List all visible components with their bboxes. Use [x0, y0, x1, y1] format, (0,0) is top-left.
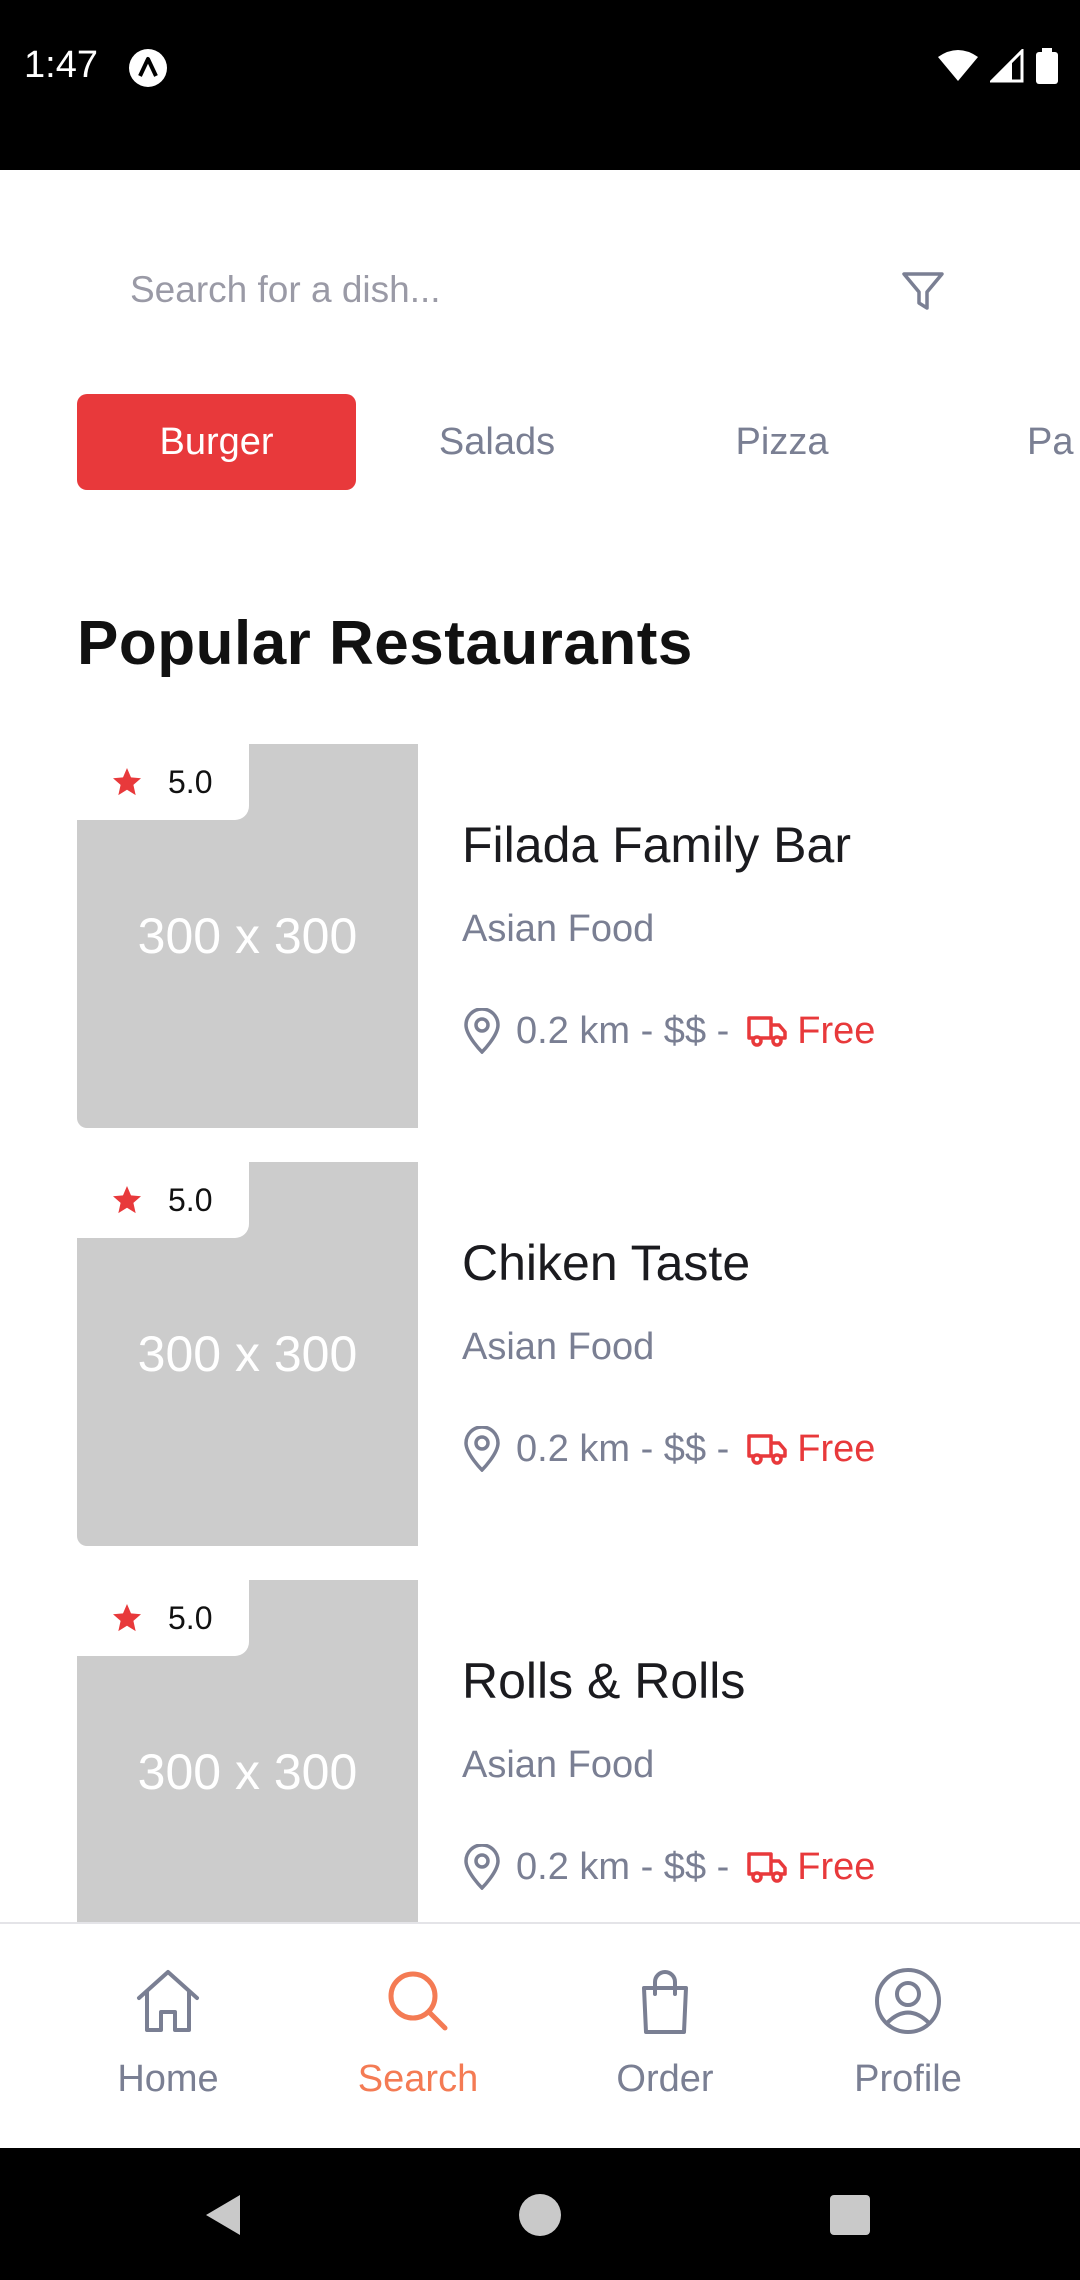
restaurant-image: 300 x 300 5.0: [77, 744, 418, 1128]
system-nav-bar: [0, 2148, 1080, 2280]
search-bar: [130, 250, 960, 330]
distance-price: 0.2 km - $$ -: [516, 1427, 730, 1470]
restaurant-meta: 0.2 km - $$ - Free: [462, 1842, 875, 1892]
search-input[interactable]: [130, 250, 850, 330]
category-pizza[interactable]: Pizza: [717, 394, 847, 490]
nav-order[interactable]: Order: [565, 1924, 765, 2150]
status-time: 1:47: [24, 44, 98, 86]
restaurant-name: Rolls & Rolls: [462, 1653, 746, 1709]
location-pin-icon: [464, 1426, 500, 1472]
filter-icon[interactable]: [900, 268, 946, 314]
rating-badge: 5.0: [77, 1580, 249, 1656]
delivery-truck-icon: [747, 1434, 788, 1465]
restaurant-meta: 0.2 km - $$ - Free: [462, 1006, 875, 1056]
rating-value: 5.0: [168, 1182, 213, 1218]
search-icon: [388, 1971, 448, 2031]
restaurant-card[interactable]: 300 x 300 5.0 Filada Family Bar Asian Fo…: [77, 744, 1080, 1128]
delivery-fee: Free: [797, 1845, 876, 1888]
restaurant-card[interactable]: 300 x 300 5.0 Chiken Taste Asian Food 0.…: [77, 1162, 1080, 1546]
delivery-truck-icon: [747, 1852, 788, 1883]
star-icon: [113, 768, 141, 796]
shopping-bag-icon: [642, 1970, 688, 2034]
restaurant-image: 300 x 300 5.0: [77, 1580, 418, 1924]
category-tabs: Burger Salads Pizza Pa: [77, 394, 1080, 490]
status-icons: [938, 48, 1058, 84]
battery-icon: [1036, 48, 1058, 84]
nav-home[interactable]: Home: [68, 1924, 268, 2150]
profile-icon: [875, 1968, 941, 2034]
restaurant-card[interactable]: 300 x 300 5.0 Rolls & Rolls Asian Food 0…: [77, 1580, 1080, 1924]
star-icon: [113, 1604, 141, 1632]
nav-search[interactable]: Search: [318, 1924, 518, 2150]
home-icon: [137, 1970, 199, 2032]
delivery-truck-icon: [747, 1016, 788, 1047]
category-salads[interactable]: Salads: [417, 394, 577, 490]
phone-screen: 1:47 Burger: [0, 0, 1080, 2280]
home-circle-icon[interactable]: [515, 2190, 565, 2240]
section-title: Popular Restaurants: [77, 609, 693, 678]
category-burger[interactable]: Burger: [77, 394, 356, 490]
recents-icon[interactable]: [825, 2190, 875, 2240]
bottom-nav: Home Search Order Profile: [0, 1922, 1080, 2150]
delivery-fee: Free: [797, 1009, 876, 1052]
distance-price: 0.2 km - $$ -: [516, 1845, 730, 1888]
rating-value: 5.0: [168, 1600, 213, 1636]
distance-price: 0.2 km - $$ -: [516, 1009, 730, 1052]
location-pin-icon: [464, 1844, 500, 1890]
app-notification-icon: [129, 49, 167, 87]
restaurant-cuisine: Asian Food: [462, 1326, 655, 1368]
restaurant-cuisine: Asian Food: [462, 1744, 655, 1786]
category-partial[interactable]: Pa: [1027, 394, 1080, 490]
nav-profile[interactable]: Profile: [808, 1924, 1008, 2150]
rating-badge: 5.0: [77, 1162, 249, 1238]
restaurant-image: 300 x 300 5.0: [77, 1162, 418, 1546]
nav-profile-label: Profile: [854, 2058, 962, 2100]
restaurant-name: Filada Family Bar: [462, 817, 851, 873]
main-content: Burger Salads Pizza Pa Popular Restauran…: [0, 170, 1080, 1924]
restaurant-cuisine: Asian Food: [462, 908, 655, 950]
nav-home-label: Home: [117, 2058, 219, 2100]
rating-value: 5.0: [168, 764, 213, 800]
signal-icon: [990, 49, 1024, 83]
restaurant-meta: 0.2 km - $$ - Free: [462, 1424, 875, 1474]
delivery-fee: Free: [797, 1427, 876, 1470]
nav-order-label: Order: [616, 2058, 714, 2100]
rating-badge: 5.0: [77, 744, 249, 820]
location-pin-icon: [464, 1008, 500, 1054]
restaurant-name: Chiken Taste: [462, 1235, 751, 1291]
back-icon[interactable]: [200, 2190, 250, 2240]
star-icon: [113, 1186, 141, 1214]
status-bar: 1:47: [0, 0, 1080, 170]
nav-search-label: Search: [357, 2058, 479, 2100]
wifi-icon: [938, 50, 978, 81]
